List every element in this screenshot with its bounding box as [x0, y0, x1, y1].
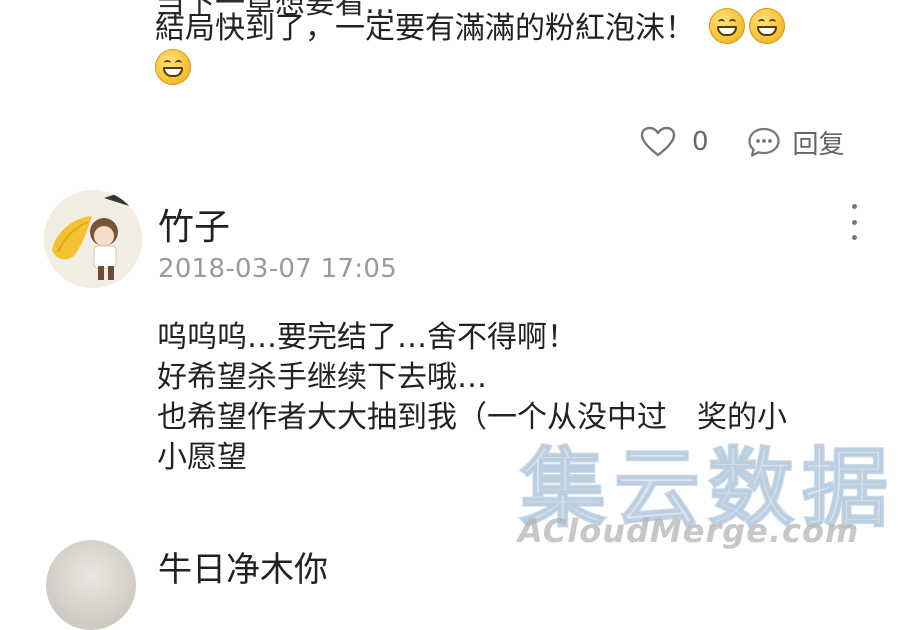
vertical-ellipsis-icon[interactable] — [848, 204, 860, 240]
reply-button[interactable]: 回复 — [747, 124, 845, 161]
watermark-latin: ACloudMerge.com — [518, 512, 860, 550]
avatar[interactable] — [44, 190, 142, 288]
previous-comment-text: 結局快到了，一定要有滿滿的粉紅泡沫！ — [155, 8, 855, 90]
more-dot — [851, 204, 857, 209]
reply-label: 回复 — [792, 129, 845, 160]
like-count: 0 — [692, 127, 709, 157]
grinning-face-icon — [708, 8, 745, 44]
avatar-illustration — [44, 190, 142, 288]
speech-bubble-icon — [747, 127, 780, 157]
comment-timestamp: 2018-03-07 17:05 — [158, 254, 398, 284]
comment-line: 小愿望 — [157, 440, 247, 475]
comment-line: 呜呜呜…要完结了…舍不得啊！ — [157, 320, 577, 355]
heart-outline-icon — [640, 126, 676, 157]
comment-body: 呜呜呜…要完结了…舍不得啊！ 好希望杀手继续下去哦… 也希望作者大大抽到我（一个… — [157, 318, 877, 478]
comment-username[interactable]: 竹子 — [158, 198, 230, 250]
previous-comment-line: 結局快到了，一定要有滿滿的粉紅泡沫！ — [155, 11, 695, 46]
next-comment-username[interactable]: 牛日净木你 — [158, 542, 328, 591]
grinning-face-icon — [748, 8, 785, 44]
comment-line: 好希望杀手继续下去哦… — [157, 360, 487, 395]
grinning-face-icon — [155, 49, 191, 85]
comment-actions: 0 回复 — [640, 122, 845, 162]
next-comment-avatar[interactable] — [46, 540, 136, 630]
more-dot — [851, 235, 857, 240]
comment-line: 也希望作者大大抽到我（一个从没中过 奖的小 — [157, 400, 787, 435]
like-button[interactable]: 0 — [640, 126, 709, 158]
more-dot — [851, 219, 857, 225]
